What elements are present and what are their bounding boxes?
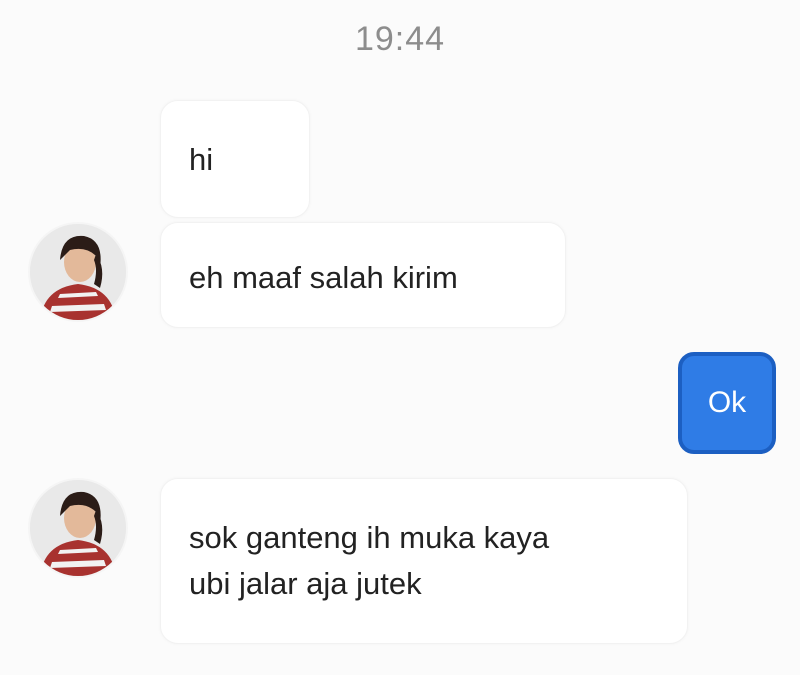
avatar-photo	[30, 480, 126, 576]
outgoing-message-bubble[interactable]: Ok	[678, 352, 776, 454]
message-text: eh maaf salah kirim	[189, 260, 458, 295]
incoming-message-bubble[interactable]: sok ganteng ih muka kaya ubi jalar aja j…	[160, 478, 688, 644]
message-text: Ok	[707, 386, 747, 419]
incoming-message-bubble[interactable]: hi	[160, 100, 310, 218]
contact-avatar[interactable]	[28, 222, 128, 322]
message-text: hi	[189, 142, 214, 177]
avatar-photo	[30, 224, 126, 320]
incoming-message-bubble[interactable]: eh maaf salah kirim	[160, 222, 566, 328]
message-timestamp: 19:44	[354, 20, 446, 58]
message-text: sok ganteng ih muka kaya ubi jalar aja j…	[189, 520, 550, 601]
chat-thread: 19:44 hi eh maaf salah kirim Ok sok gant…	[0, 0, 800, 675]
contact-avatar[interactable]	[28, 478, 128, 578]
